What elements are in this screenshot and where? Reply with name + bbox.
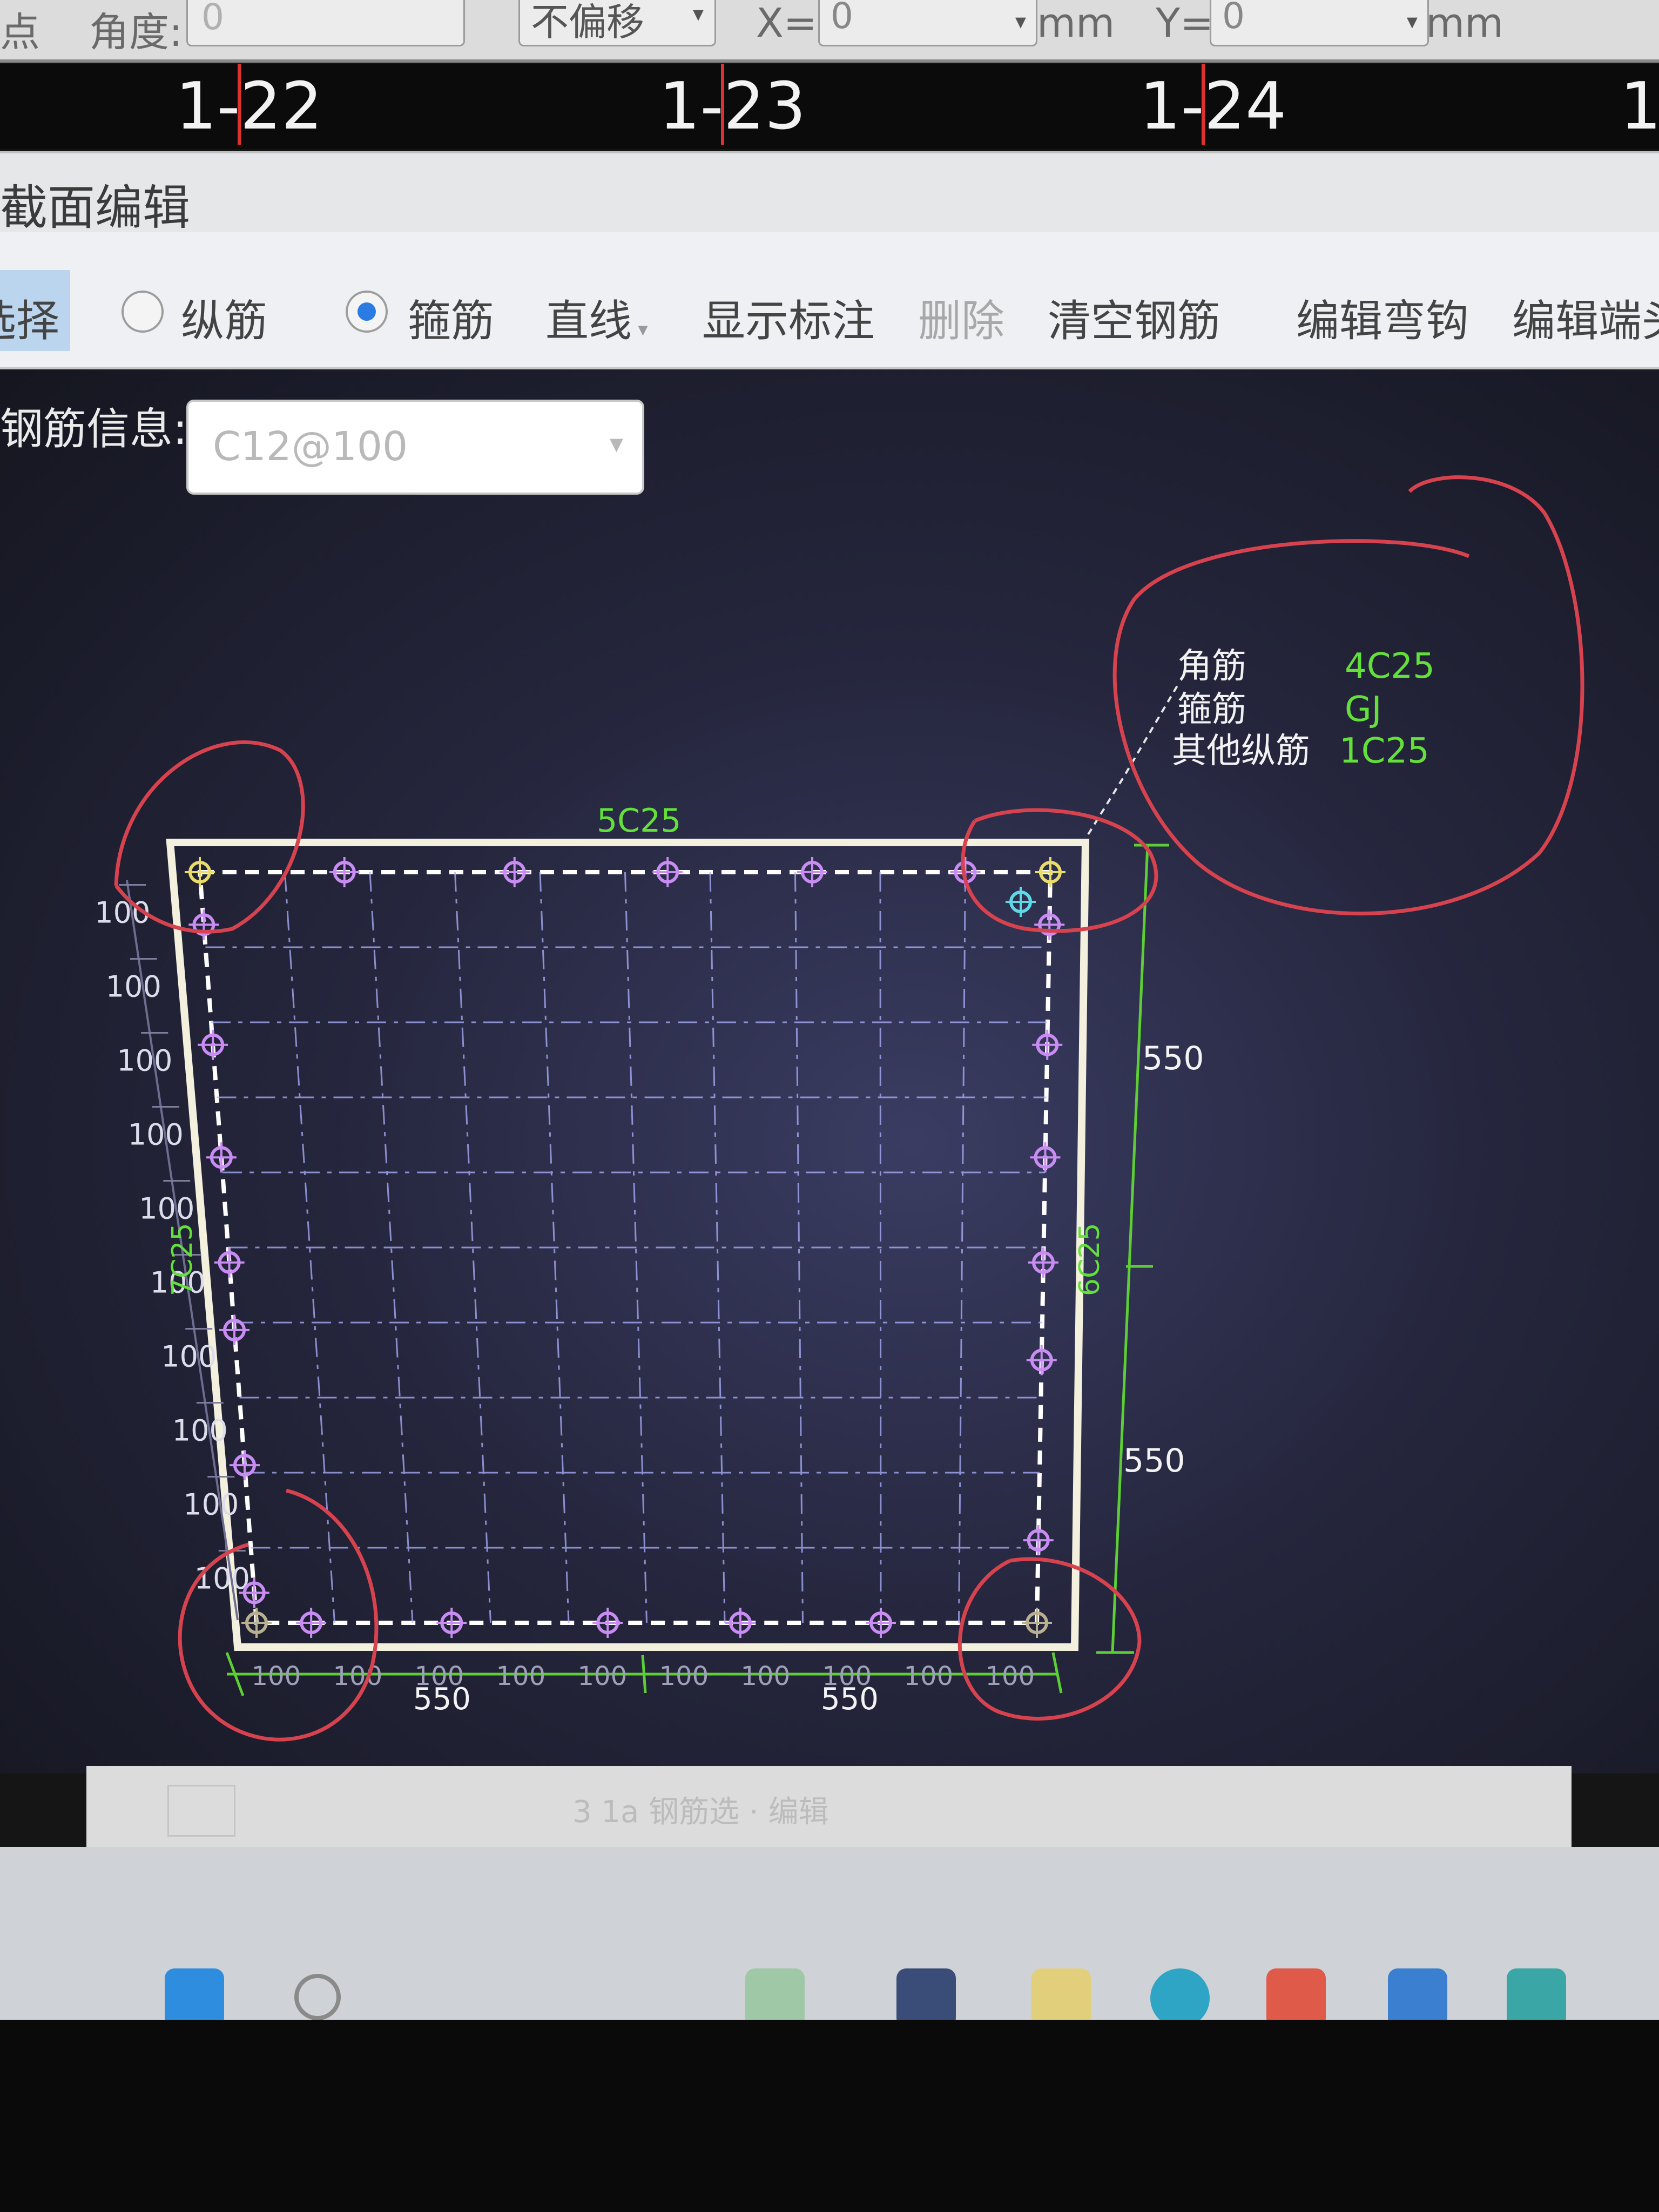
left-spacing-label: 100 [161, 1340, 217, 1374]
callout-name-corner: 角筋 [1177, 646, 1246, 686]
bottom-rebar[interactable] [296, 1608, 327, 1638]
left-spacing-label: 100 [194, 1562, 250, 1596]
bottom-rebar[interactable] [866, 1608, 896, 1638]
left-spacing-label: 100 [139, 1192, 194, 1226]
left-rebar[interactable] [188, 909, 219, 940]
left-rebar[interactable] [219, 1314, 250, 1345]
bottom-spacing-label: 100 [741, 1661, 791, 1691]
left-spacing-label: 100 [172, 1414, 228, 1448]
right-rebar[interactable] [1032, 1029, 1063, 1060]
left-spacing-label: 100 [128, 1118, 184, 1152]
start-icon[interactable] [165, 1968, 224, 2028]
top-rebar[interactable] [652, 857, 683, 887]
callout-value-stirrup[interactable]: GJ [1345, 690, 1381, 730]
callout-name-stirrup: 箍筋 [1177, 690, 1246, 730]
wps-icon[interactable] [1266, 1968, 1326, 2028]
bottom-rebar[interactable] [725, 1608, 756, 1638]
status-text: 3 1a 钢筋选 · 编辑 [572, 1795, 829, 1830]
left-rebar[interactable] [229, 1450, 260, 1481]
store-icon[interactable] [1388, 1968, 1447, 2028]
corner-rebar[interactable] [1035, 857, 1065, 887]
annotation-circle [178, 1488, 379, 1742]
right-rebar[interactable] [1028, 1247, 1058, 1278]
left-rebar[interactable] [214, 1247, 245, 1278]
selected-rebar[interactable] [1006, 887, 1036, 917]
left-rebar-label[interactable]: 7C25 [166, 1223, 199, 1296]
right-dim-line [1111, 845, 1149, 1653]
callout-name-other: 其他纵筋 [1172, 731, 1310, 771]
top-rebar-label[interactable]: 5C25 [597, 802, 681, 840]
corner-rebar[interactable] [185, 857, 215, 887]
left-spacing-label: 100 [117, 1044, 172, 1078]
bottom-spacing-label: 100 [659, 1661, 709, 1691]
left-spacing-label: 100 [183, 1488, 239, 1522]
callout-value-other[interactable]: 1C25 [1339, 731, 1429, 771]
corner-rebar[interactable] [241, 1608, 272, 1638]
monitor-bezel [0, 2020, 1659, 2212]
top-rebar[interactable] [329, 857, 360, 887]
left-rebar[interactable] [206, 1142, 237, 1173]
bottom-spacing-label: 100 [333, 1661, 383, 1691]
left-rebar[interactable] [198, 1029, 228, 1060]
panel-statusbar: 3 1a 钢筋选 · 编辑 [86, 1766, 1572, 1847]
top-rebar[interactable] [797, 857, 827, 887]
grid-line [958, 872, 966, 1623]
right-dim-upper: 550 [1142, 1040, 1204, 1077]
right-dim-lower: 550 [1123, 1442, 1185, 1480]
right-rebar[interactable] [1034, 909, 1065, 940]
status-box [167, 1785, 235, 1837]
bottom-spacing-label: 100 [578, 1661, 628, 1691]
edge-icon[interactable] [1150, 1968, 1210, 2028]
bottom-rebar[interactable] [592, 1608, 623, 1638]
left-spacing-label: 100 [106, 970, 161, 1004]
right-rebar[interactable] [1026, 1345, 1057, 1375]
folder-icon[interactable] [745, 1968, 805, 2028]
bottom-spacing-label: 100 [496, 1661, 546, 1691]
bottom-dim-right: 550 [821, 1682, 879, 1717]
mail-icon[interactable] [1507, 1968, 1566, 2028]
folder-icon[interactable] [1031, 1968, 1091, 2028]
corner-rebar[interactable] [1022, 1608, 1052, 1638]
top-rebar[interactable] [499, 857, 530, 887]
bottom-spacing-label: 100 [986, 1661, 1035, 1691]
right-rebar-label[interactable]: 6C25 [1074, 1223, 1106, 1296]
bottom-spacing-label: 100 [252, 1661, 301, 1691]
right-rebar[interactable] [1030, 1142, 1061, 1173]
bottom-spacing-label: 100 [904, 1661, 954, 1691]
search-icon[interactable] [294, 1974, 341, 2020]
right-rebar[interactable] [1023, 1525, 1054, 1556]
tie-grid [205, 872, 1049, 1623]
app-icon[interactable] [896, 1968, 956, 2028]
callout-leader [1087, 685, 1178, 835]
bottom-rebar[interactable] [436, 1608, 467, 1638]
bottom-dim-left: 550 [413, 1682, 471, 1717]
callout-value-corner[interactable]: 4C25 [1345, 646, 1435, 686]
dim-tick [641, 1655, 647, 1694]
